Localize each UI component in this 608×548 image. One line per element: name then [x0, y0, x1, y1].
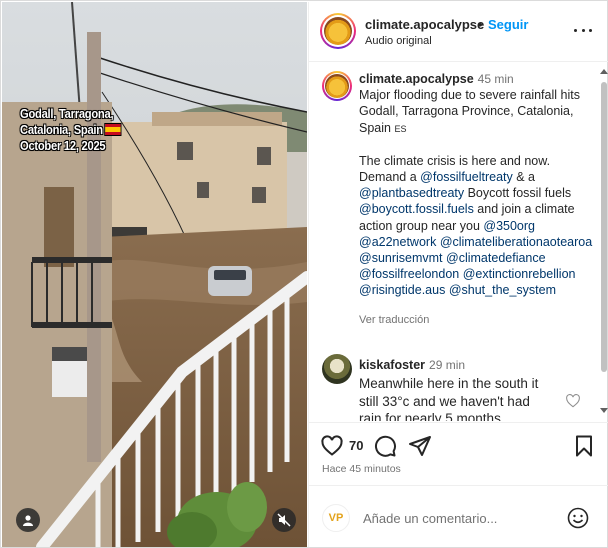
author-avatar[interactable]: [320, 13, 356, 49]
comment-bubble-icon[interactable]: [373, 434, 397, 458]
caption-username[interactable]: climate.apocalypse: [359, 72, 474, 86]
spain-flag-icon: [104, 123, 122, 136]
bookmark-icon[interactable]: [572, 434, 596, 458]
current-user-avatar: VP: [322, 504, 350, 532]
speaker-muted-icon: [277, 513, 291, 527]
comment-like-heart-icon[interactable]: [565, 393, 581, 409]
video-location-overlay: Godall, Tarragona, Catalonia, Spain Octo…: [20, 106, 132, 154]
scroll-down-icon[interactable]: [600, 408, 608, 413]
post-details-panel: climate.apocalypse • Seguir Audio origin…: [308, 2, 608, 547]
author-username[interactable]: climate.apocalypse: [365, 17, 484, 32]
like-count[interactable]: 70: [349, 438, 363, 453]
emoji-smile-icon[interactable]: [566, 506, 590, 530]
post-actions-bar: 70 Hace 45 minutos: [309, 422, 608, 484]
mention-link[interactable]: @risingtide.aus: [359, 283, 445, 297]
mention-link[interactable]: @climatedefiance: [446, 251, 546, 265]
mention-link[interactable]: @sunrisemvmt: [359, 251, 443, 265]
heart-icon[interactable]: [320, 434, 344, 458]
share-paper-plane-icon[interactable]: [408, 434, 432, 458]
caption-line1: Major flooding due to severe rainfall hi…: [359, 88, 580, 135]
overlay-line-3: October 12, 2025: [20, 138, 106, 153]
comment-input[interactable]: [363, 509, 553, 527]
caption-avatar[interactable]: [322, 71, 352, 101]
mention-link[interactable]: @fossilfreelondon: [359, 267, 459, 281]
post-header: climate.apocalypse • Seguir Audio origin…: [309, 2, 608, 62]
scrollbar-thumb[interactable]: [601, 82, 607, 372]
caption-para2c: Boycott fossil fuels: [464, 186, 572, 201]
post-window: Godall, Tarragona, Catalonia, Spain Octo…: [0, 0, 608, 548]
comment-header: kiskafoster 29 min: [359, 358, 465, 372]
comments-scrollbar[interactable]: [599, 68, 608, 416]
overlay-line-1: Godall, Tarragona,: [20, 106, 114, 121]
follow-button[interactable]: Seguir: [488, 17, 528, 32]
caption-text: climate.apocalypse 45 min Major flooding …: [359, 71, 595, 299]
mention-link[interactable]: @shut_the_system: [449, 283, 556, 297]
caption-para2b: & a: [512, 170, 535, 185]
overlay-line-2-text: Catalonia, Spain: [20, 122, 103, 137]
mention-link[interactable]: @a22network: [359, 235, 436, 249]
more-options-icon[interactable]: [571, 22, 595, 38]
mention-link[interactable]: @fossilfueltreaty: [420, 170, 513, 184]
comment-time: 29 min: [429, 358, 466, 372]
header-separator: •: [478, 17, 483, 32]
add-comment-bar: VP: [309, 485, 608, 547]
post-timestamp: Hace 45 minutos: [322, 463, 401, 475]
mention-link[interactable]: @boycott.fossil.fuels: [359, 202, 474, 216]
audio-label[interactable]: Audio original: [365, 35, 432, 47]
user-icon: [23, 515, 33, 526]
overlay-line-2: Catalonia, Spain: [20, 122, 132, 138]
commenter-username[interactable]: kiskafoster: [359, 358, 425, 372]
flood-scene-image: [2, 2, 307, 547]
reel-video[interactable]: Godall, Tarragona, Catalonia, Spain Octo…: [2, 2, 307, 547]
mention-link[interactable]: @climateliberationaotearoa: [440, 235, 592, 249]
scroll-up-icon[interactable]: [600, 69, 608, 74]
mention-link[interactable]: @350org: [483, 219, 535, 233]
see-translation-link[interactable]: Ver traducción: [359, 314, 429, 326]
mention-link[interactable]: @extinctionrebellion: [463, 267, 576, 281]
tagged-users-button[interactable]: [16, 508, 40, 532]
es-flag-code: ES: [394, 123, 407, 134]
comment-text: Meanwhile here in the south it still 33°…: [359, 376, 539, 421]
mute-toggle-button[interactable]: [272, 508, 296, 532]
commenter-avatar[interactable]: [322, 354, 352, 384]
comments-section[interactable]: climate.apocalypse 45 min Major flooding …: [309, 63, 608, 421]
caption-time: 45 min: [477, 72, 514, 86]
mention-link[interactable]: @plantbasedtreaty: [359, 186, 464, 200]
